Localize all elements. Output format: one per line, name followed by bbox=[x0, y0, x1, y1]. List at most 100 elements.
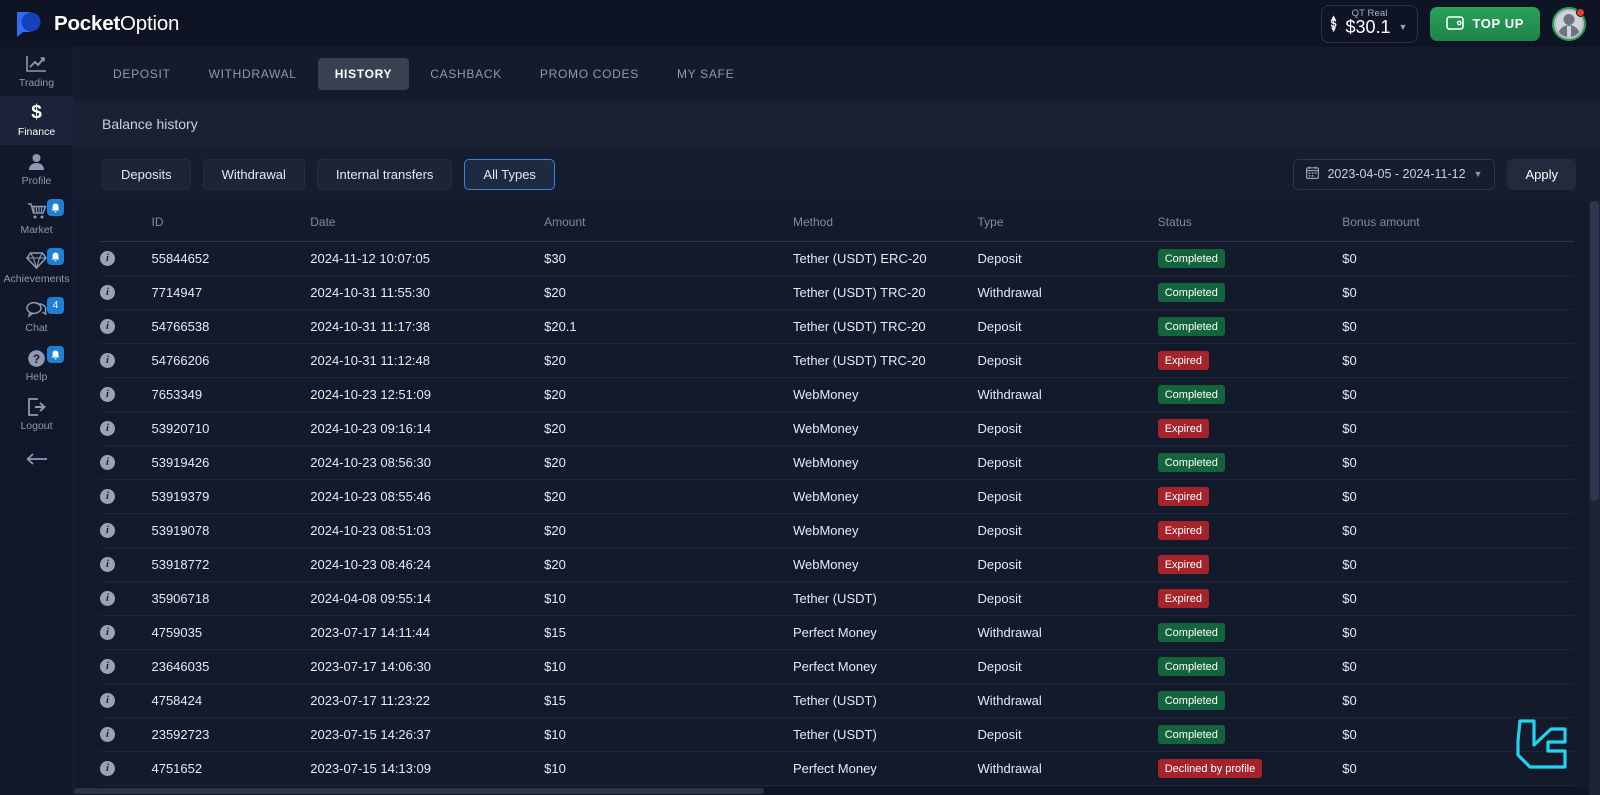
table-row[interactable]: i 23646035 2023-07-17 14:06:30 $10 Perfect M… bbox=[100, 649, 1574, 684]
sidebar-item-achievements[interactable]: Achievements bbox=[0, 243, 73, 292]
info-icon[interactable]: i bbox=[100, 319, 115, 334]
date-range-value: 2023-04-05 - 2024-11-12 bbox=[1327, 167, 1466, 181]
table-row[interactable]: i 23592723 2023-07-15 14:26:37 $10 Tether (U… bbox=[100, 717, 1574, 752]
filter-all-types[interactable]: All Types bbox=[464, 158, 555, 190]
filter-bar-right: 2023-04-05 - 2024-11-12 ▼ Apply bbox=[1293, 158, 1576, 190]
cart-icon bbox=[27, 201, 47, 221]
table-row[interactable]: i 4751652 2023-07-15 14:13:09 $10 Perfect Mo… bbox=[100, 751, 1574, 786]
cell-date: 2024-11-12 10:07:05 bbox=[310, 241, 545, 276]
table-row[interactable]: i 53920710 2024-10-23 09:16:14 $20 WebMoney D… bbox=[100, 411, 1574, 446]
table-header-row: ID Date Amount Method Type Status Bonus … bbox=[100, 201, 1574, 242]
status-badge: Expired bbox=[1157, 589, 1210, 608]
tab-cashback[interactable]: CASHBACK bbox=[413, 58, 519, 90]
status-badge: Completed bbox=[1157, 725, 1225, 744]
info-icon[interactable]: i bbox=[100, 659, 115, 674]
table-row[interactable]: i 4759035 2023-07-17 14:11:44 $15 Perfect Mo… bbox=[100, 615, 1574, 650]
tab-withdrawal[interactable]: WITHDRAWAL bbox=[192, 58, 314, 90]
vertical-scrollbar[interactable] bbox=[1589, 201, 1600, 795]
table-row[interactable]: i 7714947 2024-10-31 11:55:30 $20 Tether (US… bbox=[100, 275, 1574, 310]
row-info-cell: i bbox=[100, 309, 152, 344]
table-row[interactable]: i 4758424 2023-07-17 11:23:22 $15 Tether (US… bbox=[100, 683, 1574, 718]
table-row[interactable]: i 53918772 2024-10-23 08:46:24 $20 WebMoney D… bbox=[100, 547, 1574, 582]
info-icon[interactable]: i bbox=[100, 421, 115, 436]
top-up-button[interactable]: TOP UP bbox=[1430, 6, 1540, 41]
table-row[interactable]: i 7653349 2024-10-23 12:51:09 $20 WebMoney Wi… bbox=[100, 377, 1574, 412]
horizontal-scrollbar-thumb[interactable] bbox=[74, 788, 764, 794]
cell-amount: $20 bbox=[544, 547, 793, 582]
info-icon[interactable]: i bbox=[100, 353, 115, 368]
brand-text: PocketOption bbox=[54, 12, 179, 36]
info-icon[interactable]: i bbox=[100, 761, 115, 776]
filter-internal-transfers[interactable]: Internal transfers bbox=[316, 158, 453, 190]
info-icon[interactable]: i bbox=[100, 727, 115, 742]
sidebar-item-logout[interactable]: Logout bbox=[0, 390, 73, 439]
chevron-down-icon[interactable]: ▼ bbox=[1399, 15, 1408, 32]
info-icon[interactable]: i bbox=[100, 523, 115, 538]
apply-button[interactable]: Apply bbox=[1507, 158, 1576, 190]
row-info-cell: i bbox=[100, 683, 152, 718]
vertical-scrollbar-thumb[interactable] bbox=[1590, 201, 1599, 501]
info-icon[interactable]: i bbox=[100, 625, 115, 640]
cell-method: Tether (USDT) TRC-20 bbox=[792, 343, 978, 378]
cell-bonus: $0 bbox=[1342, 343, 1574, 378]
cell-bonus: $0 bbox=[1342, 411, 1574, 446]
tab-promo-codes[interactable]: PROMO CODES bbox=[523, 58, 656, 90]
sidebar-item-finance[interactable]: $ Finance bbox=[0, 96, 73, 145]
sidebar-item-profile[interactable]: Profile bbox=[0, 145, 73, 194]
brand-logo-area[interactable]: PocketOption bbox=[0, 9, 179, 39]
top-up-label: TOP UP bbox=[1472, 16, 1524, 31]
table-row[interactable]: i 55844652 2024-11-12 10:07:05 $30 Tether (U… bbox=[100, 241, 1574, 276]
info-icon[interactable]: i bbox=[100, 489, 115, 504]
cell-amount: $20 bbox=[544, 445, 793, 480]
sidebar-item-chat[interactable]: 4 Chat bbox=[0, 292, 73, 341]
column-header-info bbox=[100, 201, 152, 242]
filter-deposits[interactable]: Deposits bbox=[102, 158, 191, 190]
cell-id: 7653349 bbox=[151, 377, 311, 412]
table-row[interactable]: i 53919078 2024-10-23 08:51:03 $20 WebMoney D… bbox=[100, 513, 1574, 548]
logout-icon bbox=[27, 397, 46, 417]
sidebar-item-label: Profile bbox=[21, 175, 52, 187]
table-row[interactable]: i 53919426 2024-10-23 08:56:30 $20 WebMoney D… bbox=[100, 445, 1574, 480]
tab-deposit[interactable]: DEPOSIT bbox=[96, 58, 188, 90]
cell-date: 2023-07-17 14:06:30 bbox=[310, 649, 545, 684]
table-row[interactable]: i 54766206 2024-10-31 11:12:48 $20 Tether (U… bbox=[100, 343, 1574, 378]
info-icon[interactable]: i bbox=[100, 455, 115, 470]
top-bar-right: QT Real ▲ $ ▼ $30.1 ▼ TOP UP bbox=[1320, 4, 1600, 43]
row-info-cell: i bbox=[100, 751, 152, 786]
column-header-bonus: Bonus amount bbox=[1342, 201, 1574, 242]
cell-method: Tether (USDT) TRC-20 bbox=[792, 275, 978, 310]
cell-id: 4758424 bbox=[151, 683, 311, 718]
sidebar-item-market[interactable]: Market bbox=[0, 194, 73, 243]
info-icon[interactable]: i bbox=[100, 387, 115, 402]
info-icon[interactable]: i bbox=[100, 591, 115, 606]
row-info-cell: i bbox=[100, 547, 152, 582]
cell-date: 2024-04-08 09:55:14 bbox=[310, 581, 545, 616]
info-icon[interactable]: i bbox=[100, 285, 115, 300]
filter-withdrawal[interactable]: Withdrawal bbox=[202, 158, 305, 190]
table-row[interactable]: i 35906718 2024-04-08 09:55:14 $10 Tether (U… bbox=[100, 581, 1574, 616]
sidebar-item-help[interactable]: ? Help bbox=[0, 341, 73, 390]
cell-method: Tether (USDT) bbox=[792, 717, 978, 752]
svg-text:?: ? bbox=[33, 354, 40, 366]
cell-status: Completed bbox=[1157, 309, 1343, 344]
account-balance-selector[interactable]: QT Real ▲ $ ▼ $30.1 ▼ bbox=[1320, 4, 1419, 43]
cell-type: Withdrawal bbox=[977, 275, 1158, 310]
sidebar-collapse-button[interactable] bbox=[0, 439, 73, 483]
cell-id: 23592723 bbox=[151, 717, 311, 752]
horizontal-scrollbar[interactable] bbox=[74, 787, 1589, 795]
info-icon[interactable]: i bbox=[100, 251, 115, 266]
tab-my-safe[interactable]: MY SAFE bbox=[660, 58, 751, 90]
info-icon[interactable]: i bbox=[100, 693, 115, 708]
sidebar-item-trading[interactable]: Trading bbox=[0, 47, 73, 96]
table-row[interactable]: i 54766538 2024-10-31 11:17:38 $20.1 Tether … bbox=[100, 309, 1574, 344]
tab-history[interactable]: HISTORY bbox=[317, 57, 410, 90]
cell-status: Expired bbox=[1157, 411, 1343, 446]
info-icon[interactable]: i bbox=[100, 557, 115, 572]
row-info-cell: i bbox=[100, 615, 152, 650]
cell-amount: $30 bbox=[544, 241, 793, 276]
avatar[interactable] bbox=[1552, 6, 1586, 41]
date-range-picker[interactable]: 2023-04-05 - 2024-11-12 ▼ bbox=[1293, 158, 1496, 190]
column-header-amount: Amount bbox=[544, 201, 793, 242]
table-row[interactable]: i 53919379 2024-10-23 08:55:46 $20 WebMoney D… bbox=[100, 479, 1574, 514]
cell-status: Completed bbox=[1157, 241, 1343, 276]
